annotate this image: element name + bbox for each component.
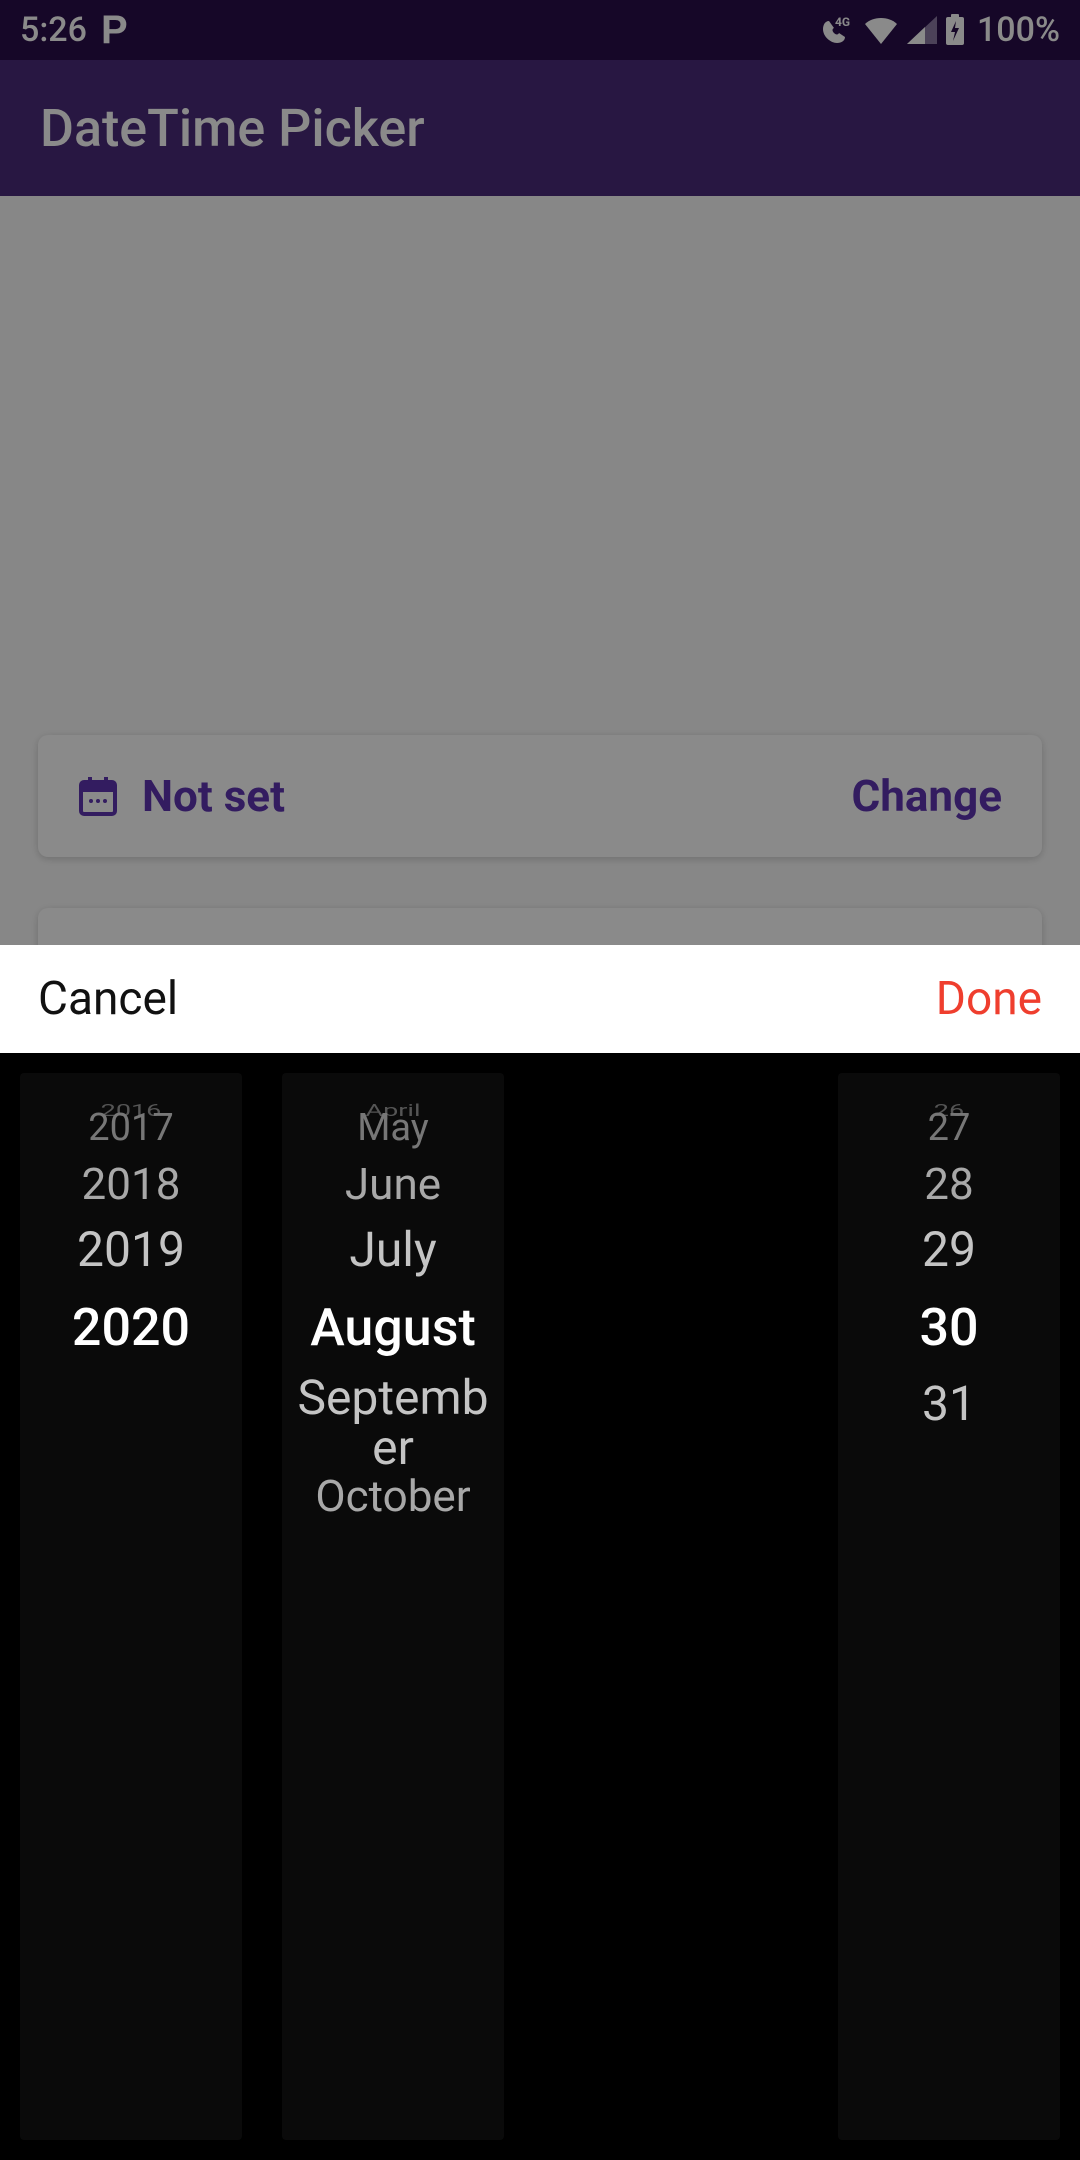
cancel-button[interactable]: Cancel [38, 972, 178, 1026]
month-option[interactable]: May [282, 1109, 504, 1149]
sheet-header: Cancel Done [0, 945, 1080, 1053]
year-selected[interactable]: 2020 [20, 1301, 242, 1356]
day-option[interactable]: 29 [838, 1225, 1060, 1275]
year-wheel[interactable]: 2016 2017 2018 2019 2020 [20, 1073, 242, 2140]
day-option[interactable]: 28 [838, 1161, 1060, 1207]
month-wheel[interactable]: April May June July August September Oct… [282, 1073, 504, 2140]
day-option[interactable]: 27 [838, 1109, 1060, 1149]
month-option[interactable]: September [282, 1373, 504, 1474]
picker-sheet: Cancel Done 2016 2017 2018 2019 2020 Apr… [0, 945, 1080, 2160]
picker-wheels: 2016 2017 2018 2019 2020 April May June … [0, 1053, 1080, 2160]
day-wheel[interactable]: 26 27 28 29 30 31 [838, 1073, 1060, 2140]
month-selected[interactable]: August [282, 1301, 504, 1356]
year-option[interactable]: 2018 [20, 1161, 242, 1207]
screen: 5:26 P 4G [0, 0, 1080, 2160]
month-option[interactable]: June [282, 1161, 504, 1207]
year-option[interactable]: 2019 [20, 1225, 242, 1275]
day-selected[interactable]: 30 [838, 1301, 1060, 1356]
done-button[interactable]: Done [936, 972, 1042, 1026]
month-option[interactable]: July [282, 1225, 504, 1275]
month-option[interactable]: October [282, 1473, 504, 1519]
year-option[interactable]: 2017 [20, 1109, 242, 1149]
day-option[interactable]: 31 [838, 1379, 1060, 1429]
